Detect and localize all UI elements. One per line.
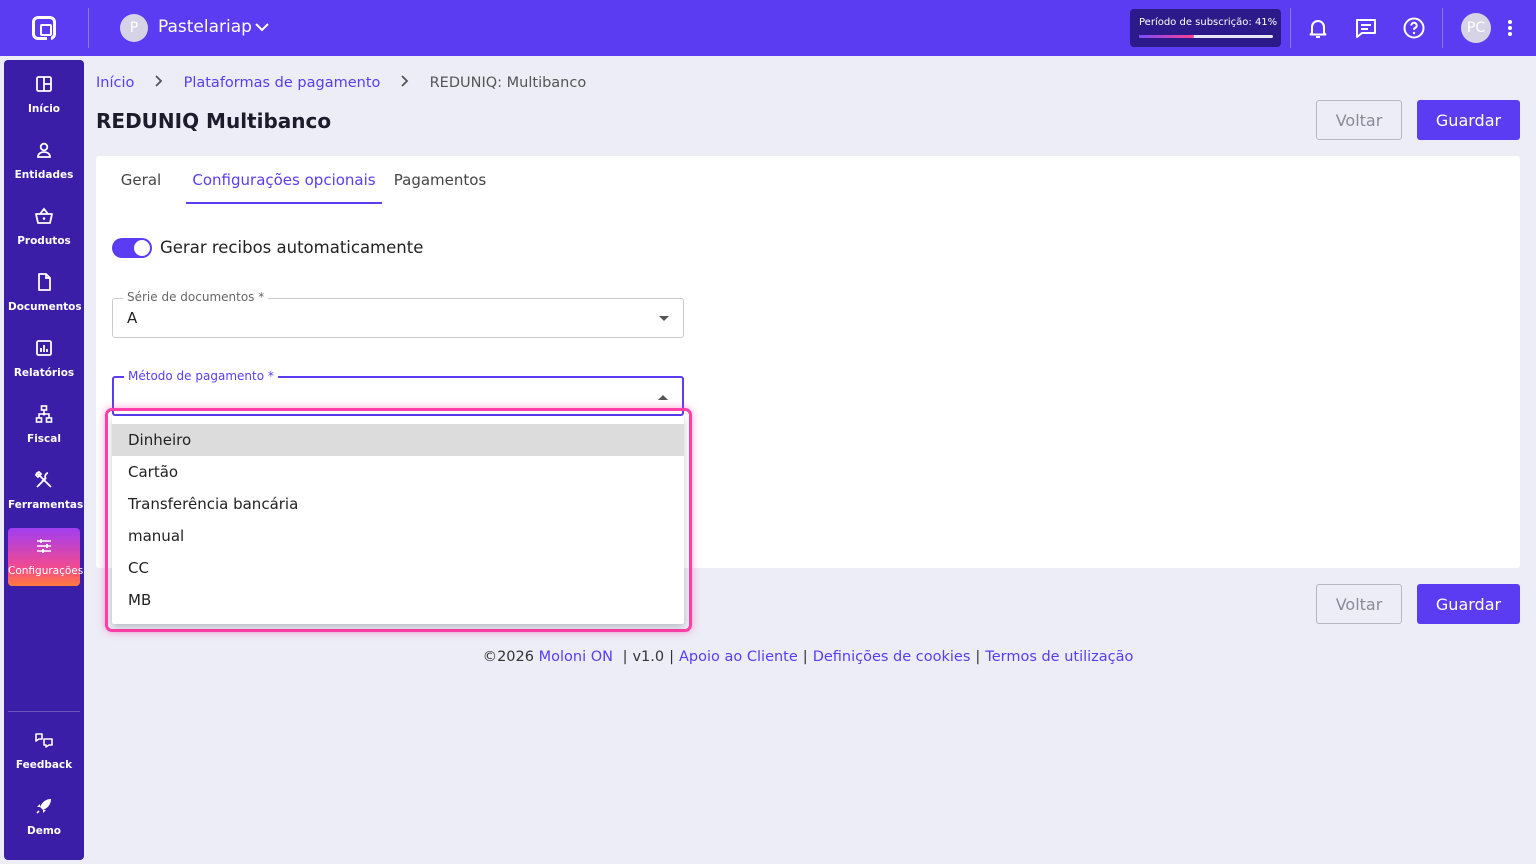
document-series-label: Série de documentos * bbox=[123, 290, 269, 304]
sidebar-item-label: Produtos bbox=[17, 235, 71, 247]
sidebar-item-fiscal[interactable]: Fiscal bbox=[8, 396, 80, 454]
company-avatar[interactable]: P bbox=[120, 14, 148, 42]
sidebar-item-label: Documentos bbox=[8, 301, 82, 313]
bell-icon[interactable] bbox=[1306, 16, 1330, 40]
breadcrumb-link-inicio[interactable]: Início bbox=[96, 75, 134, 91]
footer-cookies-link[interactable]: Definições de cookies bbox=[813, 649, 971, 665]
footer-terms-link[interactable]: Termos de utilização bbox=[985, 649, 1133, 665]
user-icon bbox=[37, 142, 51, 158]
company-name[interactable]: Pastelariap bbox=[158, 17, 252, 37]
moloni-logo-icon[interactable] bbox=[32, 16, 56, 40]
chevron-right-icon bbox=[385, 75, 425, 91]
breadcrumb-link-plataformas[interactable]: Plataformas de pagamento bbox=[184, 75, 381, 91]
chevron-down-icon[interactable] bbox=[252, 17, 272, 37]
payment-method-dropdown: Dinheiro Cartão Transferência bancária m… bbox=[112, 416, 684, 624]
save-button-bottom[interactable]: Guardar bbox=[1417, 584, 1520, 624]
sliders-icon bbox=[37, 539, 51, 553]
auto-receipts-toggle[interactable] bbox=[112, 238, 152, 258]
back-button-bottom[interactable]: Voltar bbox=[1316, 584, 1402, 624]
back-button[interactable]: Voltar bbox=[1316, 100, 1402, 140]
sidebar: Início Entidades Produtos Documentos Rel… bbox=[4, 60, 84, 860]
document-icon bbox=[38, 273, 51, 291]
subscription-progress-track bbox=[1139, 35, 1273, 38]
auto-receipts-label: Gerar recibos automaticamente bbox=[160, 238, 424, 257]
footer-support-link[interactable]: Apoio ao Cliente bbox=[679, 649, 798, 665]
dashboard-icon bbox=[36, 76, 52, 92]
more-vertical-icon[interactable] bbox=[1502, 16, 1518, 40]
top-bar: P Pastelariap Período de subscrição: 41%… bbox=[0, 0, 1536, 56]
document-series-value: A bbox=[127, 309, 138, 327]
option-cc[interactable]: CC bbox=[112, 552, 684, 584]
sidebar-item-configuracoes[interactable]: Configurações bbox=[8, 528, 84, 586]
user-avatar[interactable]: PC bbox=[1461, 13, 1491, 43]
sidebar-item-label: Feedback bbox=[15, 759, 73, 771]
option-dinheiro[interactable]: Dinheiro bbox=[112, 424, 684, 456]
chat-icon[interactable] bbox=[1354, 16, 1378, 40]
breadcrumb-current: REDUNIQ: Multibanco bbox=[429, 75, 587, 91]
sidebar-item-produtos[interactable]: Produtos bbox=[8, 198, 80, 256]
hierarchy-icon bbox=[35, 405, 53, 423]
payment-method-label: Método de pagamento * bbox=[124, 369, 278, 383]
topbar-divider bbox=[88, 8, 89, 48]
tab-pagamentos[interactable]: Pagamentos bbox=[388, 156, 492, 204]
sidebar-item-label: Ferramentas bbox=[8, 499, 84, 511]
sidebar-item-demo[interactable]: Demo bbox=[8, 788, 80, 846]
footer-version: v1.0 bbox=[632, 649, 665, 665]
topbar-divider bbox=[1442, 8, 1443, 48]
footer: ©2026 Moloni ON | v1.0 | Apoio ao Cliente | D… bbox=[0, 649, 1536, 665]
caret-down-icon bbox=[659, 316, 669, 321]
chart-icon bbox=[36, 340, 52, 356]
breadcrumb: Início Plataformas de pagamento REDUNIQ:… bbox=[96, 75, 586, 91]
sidebar-divider bbox=[8, 711, 80, 712]
sidebar-item-inicio[interactable]: Início bbox=[8, 66, 80, 124]
sidebar-item-label: Entidades bbox=[14, 169, 74, 181]
option-transferencia-bancaria[interactable]: Transferência bancária bbox=[112, 488, 684, 520]
tab-bar: Geral Configurações opcionais Pagamentos bbox=[96, 156, 696, 204]
sidebar-item-ferramentas[interactable]: Ferramentas bbox=[8, 462, 84, 520]
sidebar-item-documentos[interactable]: Documentos bbox=[8, 264, 82, 322]
sidebar-item-label: Início bbox=[27, 103, 61, 115]
sidebar-item-label: Demo bbox=[27, 825, 61, 837]
feedback-icon bbox=[35, 733, 53, 748]
subscription-period-badge[interactable]: Período de subscrição: 41% bbox=[1130, 9, 1281, 47]
rocket-icon bbox=[36, 799, 51, 814]
help-icon[interactable] bbox=[1402, 16, 1426, 40]
toggle-knob bbox=[134, 240, 150, 256]
basket-icon bbox=[35, 207, 53, 224]
footer-separator: | bbox=[802, 649, 808, 665]
sidebar-item-feedback[interactable]: Feedback bbox=[8, 722, 80, 780]
tools-icon bbox=[34, 470, 52, 488]
footer-separator: | bbox=[622, 649, 628, 665]
save-button[interactable]: Guardar bbox=[1417, 100, 1520, 140]
sidebar-item-label: Configurações bbox=[8, 565, 84, 577]
caret-up-icon bbox=[658, 395, 668, 400]
footer-brand-link[interactable]: Moloni ON bbox=[539, 649, 613, 665]
footer-separator: | bbox=[669, 649, 675, 665]
sidebar-item-relatorios[interactable]: Relatórios bbox=[8, 330, 80, 388]
option-cartao[interactable]: Cartão bbox=[112, 456, 684, 488]
sidebar-item-label: Fiscal bbox=[27, 433, 61, 445]
subscription-progress-fill bbox=[1139, 35, 1194, 38]
footer-copyright: ©2026 bbox=[482, 649, 534, 665]
page-title: REDUNIQ Multibanco bbox=[96, 109, 332, 133]
tab-configuracoes-opcionais[interactable]: Configurações opcionais bbox=[186, 156, 382, 204]
topbar-divider bbox=[1290, 8, 1291, 48]
subscription-label: Período de subscrição: 41% bbox=[1139, 17, 1278, 28]
footer-separator: | bbox=[975, 649, 981, 665]
sidebar-item-label: Relatórios bbox=[13, 367, 75, 379]
document-series-select[interactable]: Série de documentos * A bbox=[112, 290, 684, 338]
sidebar-item-entidades[interactable]: Entidades bbox=[8, 132, 80, 190]
option-mb[interactable]: MB bbox=[112, 584, 684, 616]
chevron-right-icon bbox=[139, 75, 179, 91]
tab-geral[interactable]: Geral bbox=[108, 156, 174, 204]
option-manual[interactable]: manual bbox=[112, 520, 684, 552]
